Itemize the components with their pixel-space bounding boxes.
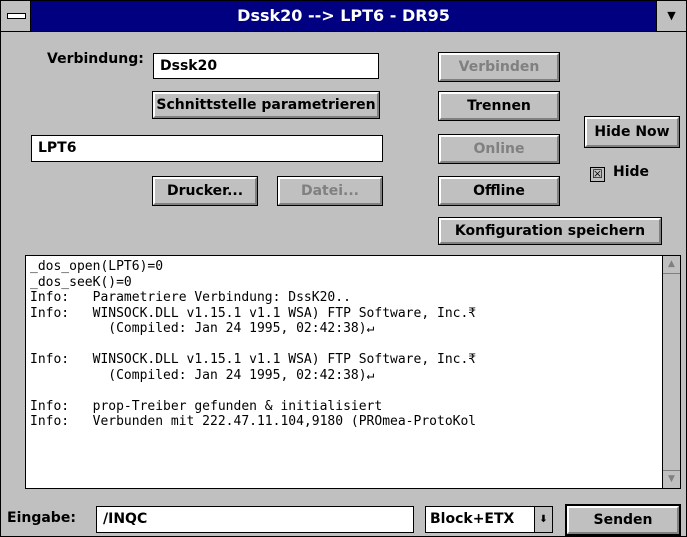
dialog-window: Dssk20 --> LPT6 - DR95 ▼ Verbindung: Dss… (0, 0, 687, 537)
log-line: Info: WINSOCK.DLL v1.15.1 v1.1 WSA) FTP … (30, 352, 477, 367)
mode-select[interactable]: Block+ETX ⬇ (425, 506, 553, 533)
window-title: Dssk20 --> LPT6 - DR95 (237, 6, 450, 25)
scroll-up-arrow-icon[interactable]: ▲ (663, 256, 680, 274)
log-line: (Compiled: Jan 24 1995, 02:42:38)↵ (30, 367, 375, 383)
log-line: (Compiled: Jan 24 1995, 02:42:38)↵ (30, 321, 375, 336)
configure-interface-button[interactable]: Schnittstelle parametrieren (152, 91, 380, 119)
system-menu-icon[interactable] (1, 1, 31, 31)
hide-checkbox[interactable]: ☒ (590, 167, 605, 182)
hide-label: Hide (613, 164, 650, 180)
offline-button[interactable]: Offline (438, 176, 560, 206)
log-line: Info: prop-Treiber gefunden & initialisi… (30, 398, 383, 414)
log-line: _dos_open(LPT6)=0 (30, 259, 164, 274)
hide-now-button[interactable]: Hide Now (584, 116, 680, 148)
vertical-scrollbar[interactable]: ▲ ▼ (662, 256, 680, 488)
online-button[interactable]: Online (438, 134, 560, 164)
title-bar[interactable]: Dssk20 --> LPT6 - DR95 ▼ (1, 1, 686, 32)
connection-field[interactable]: Dssk20 (153, 53, 379, 79)
log-lines: _dos_open(LPT6)=0 _dos_seeK()=0 Info: Para… (30, 259, 660, 485)
disconnect-button[interactable]: Trennen (438, 91, 560, 121)
input-label: Eingabe: (7, 510, 76, 526)
log-line: Info: Parametriere Verbindung: DssK20.. (30, 290, 351, 305)
port-field[interactable]: LPT6 (31, 135, 383, 162)
command-input[interactable]: /INQC (96, 506, 414, 533)
log-line: _dos_seeK()=0 (30, 274, 132, 290)
dropdown-arrow-icon[interactable]: ⬇ (534, 507, 552, 532)
down-arrow-icon[interactable]: ▼ (656, 1, 686, 31)
printer-button[interactable]: Drucker... (152, 176, 258, 206)
save-configuration-button[interactable]: Konfiguration speichern (438, 217, 662, 245)
file-button[interactable]: Datei... (277, 176, 383, 206)
log-line: Info: Verbunden mit 222.47.11.104,9180 (… (30, 414, 477, 429)
send-button[interactable]: Senden (565, 504, 681, 536)
scroll-down-arrow-icon[interactable]: ▼ (663, 470, 680, 488)
log-output[interactable]: _dos_open(LPT6)=0 _dos_seeK()=0 Info: Para… (25, 255, 681, 489)
connection-label: Verbindung: (47, 51, 144, 67)
connect-button[interactable]: Verbinden (438, 52, 560, 82)
log-line: Info: WINSOCK.DLL v1.15.1 v1.1 WSA) FTP … (30, 305, 477, 321)
checkbox-checked-icon: ☒ (592, 167, 603, 181)
